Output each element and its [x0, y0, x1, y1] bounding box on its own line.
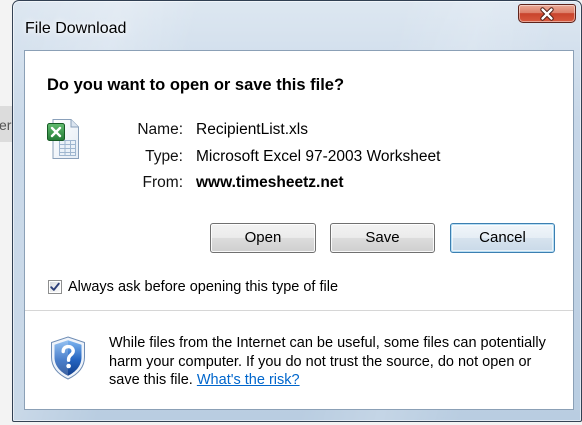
question-heading: Do you want to open or save this file?: [47, 76, 345, 94]
section-divider: [25, 310, 573, 311]
whats-the-risk-link[interactable]: What's the risk?: [197, 372, 300, 388]
window-title: File Download: [25, 20, 127, 37]
open-button[interactable]: Open: [210, 223, 316, 253]
save-button[interactable]: Save: [330, 223, 435, 253]
title-bar[interactable]: File Download: [13, 1, 581, 49]
close-button[interactable]: [518, 4, 576, 23]
always-ask-checkbox[interactable]: [48, 280, 62, 294]
background-partial-text: er: [0, 117, 12, 133]
warning-line: save this file.: [109, 372, 193, 388]
from-label: From:: [142, 174, 183, 191]
close-icon: [540, 6, 554, 21]
file-download-dialog: File Download Do you want to open or sav…: [12, 0, 582, 422]
excel-file-icon: [47, 119, 79, 159]
warning-last-line: save this file. What's the risk?: [109, 371, 546, 390]
name-value: RecipientList.xls: [196, 121, 308, 138]
cancel-button[interactable]: Cancel: [450, 223, 555, 253]
type-label: Type:: [145, 148, 183, 165]
page-fold: [70, 119, 79, 128]
checkmark-stroke: [50, 282, 60, 291]
checkmark-icon: [50, 282, 60, 291]
security-warning: While files from the Internet can be use…: [109, 334, 546, 390]
close-icon-cross: [541, 7, 553, 20]
name-label: Name:: [137, 121, 183, 138]
question-mark-dot: [66, 363, 71, 369]
always-ask-label[interactable]: Always ask before opening this type of f…: [68, 278, 338, 296]
from-value: www.timesheetz.net: [196, 174, 344, 191]
type-value: Microsoft Excel 97-2003 Worksheet: [196, 148, 441, 165]
warning-line: harm your computer. If you do not trust …: [109, 353, 532, 370]
dialog-client-area: Do you want to open or save this file? N…: [24, 50, 574, 410]
warning-line: While files from the Internet can be use…: [109, 335, 546, 351]
security-shield-question-icon: [51, 336, 85, 380]
